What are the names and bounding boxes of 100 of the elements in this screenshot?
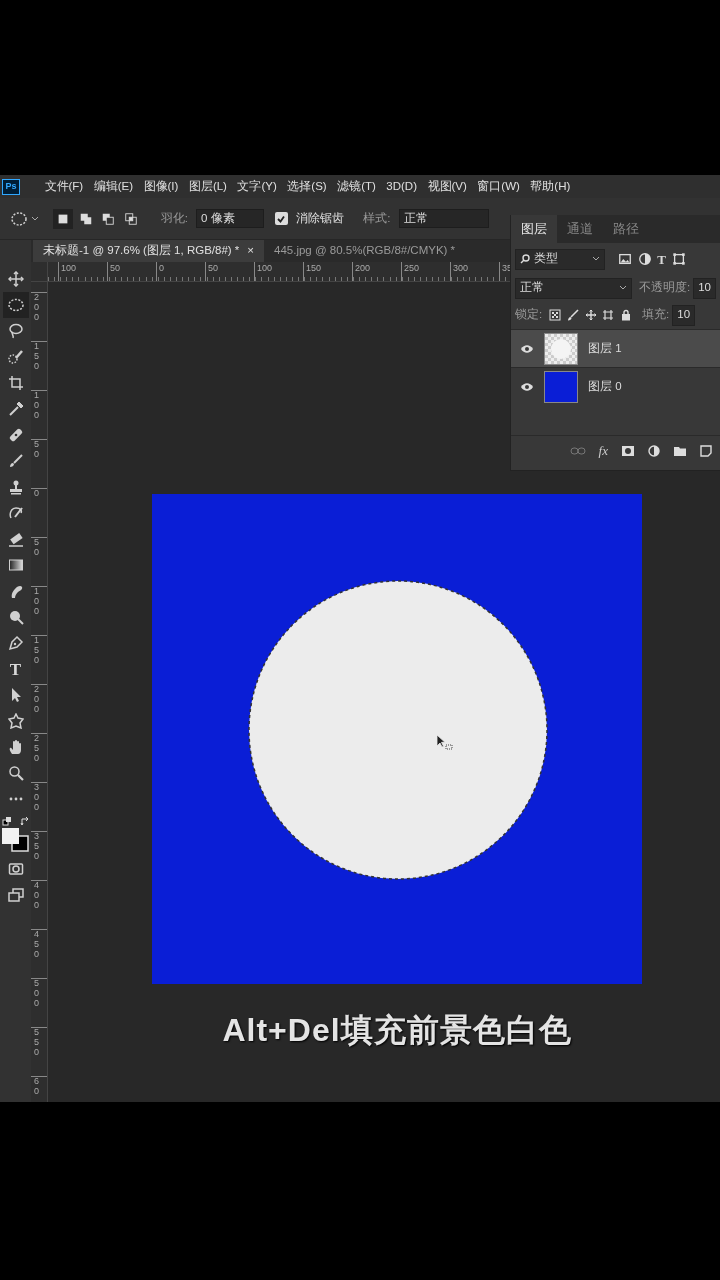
panel-tab[interactable]: 路径 (603, 215, 649, 243)
adjustment-layer-icon[interactable] (648, 444, 660, 457)
ruler-label: 100 (257, 263, 273, 273)
tool-button[interactable]: T (2, 656, 29, 682)
quick-selection-icon (7, 349, 24, 365)
brush-icon (7, 453, 24, 469)
history-brush-icon (7, 505, 24, 521)
move-lock-icon[interactable] (584, 309, 597, 321)
eye-icon[interactable] (520, 381, 534, 392)
ruler-label: 250 (34, 734, 40, 765)
shape-icon (7, 713, 24, 729)
layer-row[interactable]: 图层 0 (511, 367, 720, 405)
selection-mode-icon (101, 211, 116, 226)
layer-row[interactable]: 图层 1 (511, 329, 720, 367)
ruler-label: 50 (34, 440, 40, 461)
lasso-icon (7, 323, 24, 339)
ruler-label: 60 (34, 1077, 40, 1098)
menu-item[interactable]: 文字(Y) (237, 177, 277, 196)
lock-icon[interactable] (620, 309, 633, 321)
ruler-label: 150 (34, 342, 40, 373)
ruler-label: 0 (159, 263, 164, 273)
hand-icon (7, 739, 24, 755)
crop-icon (7, 375, 24, 391)
swap-colors-icon[interactable] (19, 816, 30, 826)
lock-label: 锁定: (515, 307, 543, 323)
selection-mode-button[interactable] (52, 208, 73, 229)
tool-button[interactable] (2, 292, 29, 318)
menu-item[interactable]: 视图(V) (427, 177, 467, 196)
caret-icon[interactable] (30, 214, 39, 223)
new-layer-icon[interactable] (700, 444, 712, 457)
ruler-label: 300 (453, 263, 469, 273)
search-icon (520, 254, 530, 264)
screen-mode-icon (7, 887, 24, 903)
folder-icon[interactable] (673, 444, 687, 457)
ellipse-marquee-icon (7, 297, 24, 313)
default-colors-icon[interactable] (1, 816, 12, 826)
ruler-label: 100 (34, 391, 40, 422)
ruler-label: 500 (34, 979, 40, 1010)
blend-mode-dropdown[interactable]: 正常 (515, 277, 632, 299)
menu-item[interactable]: 帮助(H) (530, 177, 571, 196)
menu-item[interactable]: 选择(S) (287, 177, 327, 196)
move-icon (7, 271, 24, 287)
filter-dropdown[interactable]: 类型 (515, 248, 605, 270)
color-swatches-icon[interactable] (1, 826, 30, 852)
ruler-label: 450 (34, 930, 40, 961)
document-tab[interactable]: 未标题-1 @ 97.6% (图层 1, RGB/8#) * × (33, 240, 265, 262)
menu-item[interactable]: 窗口(W) (477, 177, 520, 196)
fill-field[interactable]: 10 (672, 304, 696, 326)
ruler-label: 150 (34, 636, 40, 667)
fill-label: 填充: (642, 307, 670, 323)
style-dropdown[interactable]: 正常 (398, 209, 489, 228)
ruler-label: 200 (34, 685, 40, 716)
eye-icon[interactable] (520, 343, 534, 354)
layer-mask-icon[interactable] (621, 444, 635, 457)
blend-mode-value: 正常 (520, 280, 544, 296)
layer-name: 图层 0 (588, 378, 622, 394)
close-button[interactable]: × (247, 242, 255, 260)
stamp-icon (7, 479, 24, 495)
filter-value: 类型 (534, 251, 558, 267)
layer-style-button[interactable]: fx (598, 440, 608, 461)
ruler-label: 300 (34, 783, 40, 814)
app-logo[interactable]: Ps (2, 178, 20, 195)
selection-mode-icon (124, 211, 139, 226)
document-tab-title: 445.jpg @ 80.5%(RGB/8#/CMYK) * (274, 243, 456, 259)
ruler-label: 100 (34, 587, 40, 618)
video-caption: Alt+Del填充前景色白色 (222, 1011, 572, 1050)
menu-item[interactable]: 3D(D) (386, 177, 417, 196)
anti-alias-label: 消除锯齿 (295, 210, 344, 226)
ruler-label: 50 (110, 263, 120, 273)
menu-item[interactable]: 图层(L) (188, 177, 227, 196)
eyedropper-icon (7, 401, 24, 417)
menu-item[interactable]: 编辑(E) (93, 177, 134, 196)
type-filter-label[interactable]: T (657, 252, 666, 266)
menu-item[interactable]: 图像(I) (143, 177, 179, 196)
selection-mode-icon (78, 211, 93, 226)
ruler-label: 400 (34, 881, 40, 912)
document-tab[interactable]: 445.jpg @ 80.5%(RGB/8#/CMYK) * (264, 240, 466, 262)
checkerboard-lock-icon[interactable] (549, 309, 562, 321)
menu-item[interactable]: 文件(F) (44, 177, 84, 196)
document-tab-title: 未标题-1 @ 97.6% (图层 1, RGB/8#) * (43, 243, 240, 259)
panel-tab[interactable]: 通道 (557, 215, 603, 243)
anti-alias-checkbox[interactable] (274, 212, 288, 225)
ellipse-tool-icon[interactable] (10, 210, 28, 227)
menu-item[interactable]: 滤镜(T) (337, 177, 376, 196)
brush-lock-icon[interactable] (566, 309, 579, 321)
dodge-icon (7, 609, 24, 625)
feather-field[interactable]: 0 像素 (195, 209, 264, 228)
image-filter-icon[interactable] (617, 252, 632, 266)
panel-tab[interactable]: 图层 (511, 215, 557, 243)
ruler-label: 550 (34, 1028, 40, 1059)
opacity-field[interactable]: 10 (693, 277, 716, 299)
ruler-label: 350 (34, 832, 40, 863)
adjustment-filter-icon[interactable] (637, 252, 652, 266)
artboard-lock-icon[interactable] (602, 309, 615, 321)
ruler-label: 250 (404, 263, 420, 273)
shape-filter-icon[interactable] (671, 252, 686, 266)
pen-icon (7, 635, 24, 651)
layer-name: 图层 1 (588, 340, 622, 356)
link-icon[interactable] (569, 445, 586, 456)
opacity-label: 不透明度: (639, 280, 691, 296)
